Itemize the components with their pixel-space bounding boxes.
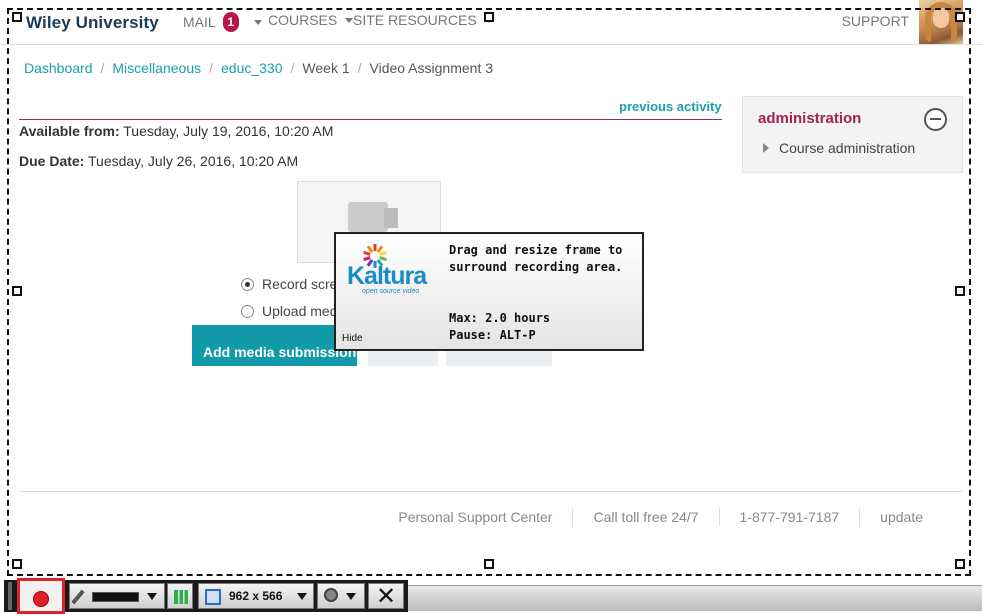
top-navbar: Wiley University MAIL 1 COURSES SITE RES… [0, 0, 982, 45]
webcam-icon [324, 588, 338, 602]
audio-level-button[interactable] [167, 583, 193, 609]
available-from: Available from: Tuesday, July 19, 2016, … [19, 123, 333, 139]
mail-count-badge: 1 [222, 12, 239, 32]
pen-color-swatch [92, 592, 139, 602]
breadcrumb-separator: / [209, 60, 213, 76]
webcam-selector[interactable] [317, 583, 365, 609]
capture-size-selector[interactable]: 962 x 566 [198, 583, 314, 609]
course-administration-item[interactable]: Course administration [763, 140, 915, 156]
due-date: Due Date: Tuesday, July 26, 2016, 10:20 … [19, 153, 298, 169]
capture-size-value: 962 x 566 [229, 589, 283, 603]
add-media-submission-button[interactable]: Add media submission [192, 325, 357, 366]
avatar-face [933, 8, 949, 28]
administration-title: administration [758, 110, 862, 127]
footer-phone: 1-877-791-7187 [718, 508, 860, 526]
breadcrumb-separator: / [357, 60, 362, 76]
available-value: Tuesday, July 19, 2016, 10:20 AM [123, 123, 334, 139]
previous-activity-link[interactable]: previous activity [619, 99, 722, 114]
drag-grip-icon[interactable] [8, 582, 12, 610]
administration-block: administration Course administration [742, 96, 963, 173]
resize-handle-bottom[interactable] [484, 559, 494, 569]
kaltura-instruction-line: surround recording area. [449, 260, 623, 274]
recorder-toolbar: 962 x 566 ✕ [4, 578, 408, 614]
close-icon[interactable]: ✕ [368, 583, 404, 609]
resize-handle-top[interactable] [484, 12, 494, 22]
nav-site-resources[interactable]: SITE RESOURCES [353, 12, 493, 28]
breadcrumb-separator: / [290, 60, 295, 76]
kaltura-tagline: open source video [362, 288, 420, 295]
nav-site-resources-label: SITE RESOURCES [353, 12, 477, 28]
kaltura-limits: Max: 2.0 hours Pause: ALT-P [449, 310, 550, 344]
breadcrumb-current: Video Assignment 3 [369, 60, 494, 76]
due-label: Due Date: [19, 153, 85, 169]
breadcrumb-separator: / [100, 60, 105, 76]
dropdown-arrow-icon [346, 593, 356, 600]
breadcrumb-week: Week 1 [302, 60, 350, 76]
course-administration-label: Course administration [779, 140, 916, 156]
breadcrumb-miscellaneous[interactable]: Miscellaneous [112, 60, 201, 76]
record-icon [33, 591, 49, 607]
chevron-down-icon [253, 20, 262, 25]
resize-handle-left[interactable] [12, 286, 22, 296]
footer-support-center[interactable]: Personal Support Center [378, 508, 572, 526]
breadcrumb-course[interactable]: educ_330 [221, 60, 283, 76]
available-label: Available from: [19, 123, 120, 139]
kaltura-pause-shortcut: Pause: ALT-P [449, 328, 536, 342]
taskbar-strip [408, 585, 982, 611]
dropdown-arrow-icon [147, 593, 157, 600]
pen-color-selector[interactable] [69, 583, 165, 609]
kaltura-instruction-line: Drag and resize frame to [449, 243, 623, 257]
resize-handle-bottom-left[interactable] [12, 559, 22, 569]
nav-courses[interactable]: COURSES [268, 12, 354, 28]
kaltura-recorder-popup: Kaltura open source video Drag and resiz… [334, 232, 644, 351]
kaltura-logo: Kaltura open source video [347, 242, 439, 295]
nav-mail[interactable]: MAIL 1 [183, 12, 262, 32]
avatar[interactable] [919, 0, 963, 44]
nav-mail-label: MAIL [183, 14, 216, 30]
breadcrumb-dashboard[interactable]: Dashboard [24, 60, 93, 76]
expand-arrow-icon [763, 143, 769, 153]
dropdown-arrow-icon [297, 593, 307, 600]
brand-title[interactable]: Wiley University [26, 13, 159, 33]
record-button[interactable] [17, 578, 65, 614]
divider [19, 119, 722, 120]
nav-support[interactable]: SUPPORT [842, 13, 909, 29]
resize-handle-top-left[interactable] [12, 12, 22, 22]
kaltura-hide-link[interactable]: Hide [342, 333, 363, 344]
resize-handle-bottom-right[interactable] [955, 559, 965, 569]
footer-call-toll-free: Call toll free 24/7 [572, 508, 718, 526]
radio-record-screen[interactable] [241, 277, 254, 291]
collapse-icon[interactable] [924, 108, 947, 131]
kaltura-max-duration: Max: 2.0 hours [449, 311, 551, 325]
footer-update[interactable]: update [859, 508, 943, 526]
video-camera-icon [348, 202, 388, 232]
breadcrumb: Dashboard / Miscellaneous / educ_330 / W… [24, 60, 493, 76]
resize-handle-top-right[interactable] [955, 12, 965, 22]
video-camera-lens-icon [384, 208, 398, 228]
audio-level-icon [174, 590, 188, 604]
resize-icon [205, 589, 221, 605]
radio-upload-media[interactable] [241, 304, 254, 318]
footer: Personal Support Center Call toll free 2… [378, 508, 943, 526]
nav-courses-label: COURSES [268, 12, 338, 28]
footer-divider [19, 491, 963, 492]
kaltura-wordmark: Kaltura [347, 262, 427, 290]
resize-handle-right[interactable] [955, 286, 965, 296]
pen-icon [71, 589, 85, 605]
due-value: Tuesday, July 26, 2016, 10:20 AM [88, 153, 299, 169]
kaltura-instructions: Drag and resize frame to surround record… [449, 242, 622, 276]
